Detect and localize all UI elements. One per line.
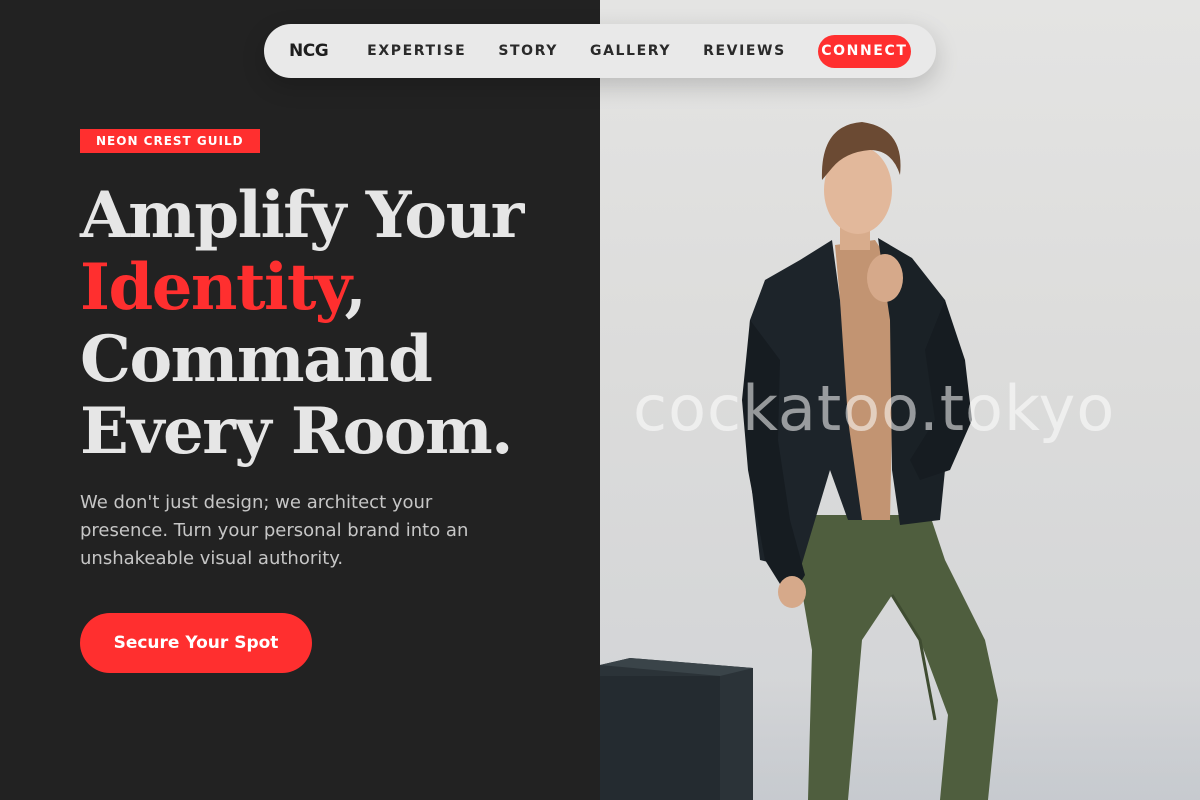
headline-line-2: Identity, — [80, 252, 580, 324]
headline-line-3: Command — [80, 322, 433, 397]
top-navigation: NCG EXPERTISE STORY GALLERY REVIEWS CONN… — [264, 24, 936, 78]
hero-subtext: We don't just design; we architect your … — [80, 492, 469, 569]
nav-link-reviews[interactable]: REVIEWS — [703, 43, 786, 59]
hero-photo-panel: cockatoo.tokyo — [600, 0, 1200, 800]
secure-your-spot-button[interactable]: Secure Your Spot — [80, 613, 312, 673]
connect-button[interactable]: CONNECT — [817, 34, 911, 68]
headline-comma: , — [344, 250, 366, 325]
brand-logo[interactable]: NCG — [289, 41, 329, 61]
nav-link-gallery[interactable]: GALLERY — [590, 43, 671, 59]
nav-link-expertise[interactable]: EXPERTISE — [367, 43, 466, 59]
headline-line-4: Every Room. — [80, 394, 513, 469]
nav-link-story[interactable]: STORY — [498, 43, 558, 59]
headline-line-1: Amplify Your — [80, 178, 524, 253]
headline-accent-word: Identity — [80, 250, 346, 325]
hero-headline: Amplify Your Identity, Command Every Roo… — [80, 180, 580, 468]
watermark: cockatoo.tokyo — [633, 372, 1116, 445]
brand-tag: NEON CREST GUILD — [80, 129, 260, 153]
